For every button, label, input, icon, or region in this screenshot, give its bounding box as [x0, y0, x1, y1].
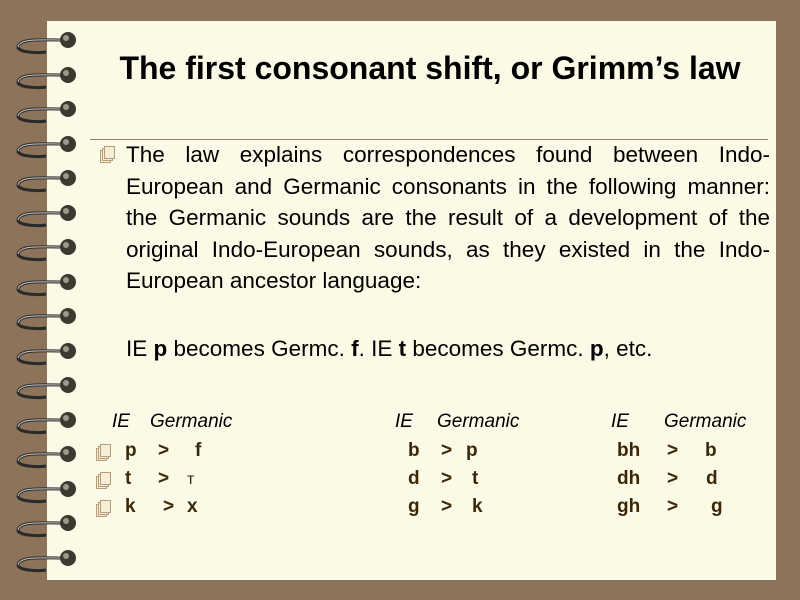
example-symbol: t [398, 336, 407, 361]
spiral-ring [10, 166, 80, 194]
germanic-sound: k [472, 496, 483, 517]
germanic-sound: f [195, 440, 202, 461]
shift-sign: > [158, 440, 170, 461]
slide-title: The first consonant shift, or Grimm’s la… [119, 50, 741, 86]
shift-sign: > [441, 496, 453, 517]
spiral-ring [10, 235, 80, 263]
germanic-sound: т [187, 471, 195, 488]
ie-sound: d [408, 468, 420, 489]
ie-sound: k [125, 496, 136, 517]
ie-sound: p [125, 440, 137, 461]
bullet-icon [96, 500, 111, 517]
spiral-ring [10, 132, 80, 160]
column-header-germanic: Germanic [437, 411, 520, 432]
ie-sound: gh [617, 496, 641, 517]
example-sentence: IE p becomes Germc. f. IE t becomes Germ… [126, 336, 652, 362]
germanic-sound: t [472, 468, 479, 489]
shift-sign: > [667, 440, 679, 461]
bullet-icon [96, 444, 111, 461]
ie-sound: b [408, 440, 420, 461]
ie-sound: bh [617, 440, 641, 461]
spiral-ring [10, 442, 80, 470]
germanic-sound: b [705, 440, 717, 461]
bullet-icon [100, 146, 115, 163]
ie-sound: t [125, 468, 132, 489]
shift-sign: > [158, 468, 170, 489]
spiral-ring [10, 339, 80, 367]
column-header-germanic: Germanic [664, 411, 747, 432]
bullet-icon [96, 472, 111, 489]
column-header-ie: IE [395, 411, 413, 432]
shift-sign: > [441, 440, 453, 461]
spiral-ring [10, 63, 80, 91]
shift-sign: > [441, 468, 453, 489]
spiral-ring [10, 270, 80, 298]
shift-sign: > [667, 496, 679, 517]
spiral-ring [10, 28, 80, 56]
example-text: . IE [358, 336, 399, 361]
spiral-ring [10, 97, 80, 125]
spiral-ring [10, 511, 80, 539]
spiral-ring [10, 373, 80, 401]
spiral-ring [10, 201, 80, 229]
ie-sound: g [408, 496, 420, 517]
spiral-ring [10, 408, 80, 436]
example-symbol: p [589, 336, 604, 361]
example-symbol: p [153, 336, 168, 361]
example-text: becomes Germc. [167, 336, 352, 361]
shift-sign: > [163, 496, 175, 517]
example-text: becomes Germc. [406, 336, 590, 361]
germanic-sound: g [711, 496, 723, 517]
body-paragraph: The law explains correspondences found b… [126, 139, 770, 297]
spiral-ring [10, 304, 80, 332]
example-text: IE [126, 336, 154, 361]
example-text: , etc. [603, 336, 653, 361]
germanic-sound: d [706, 468, 718, 489]
germanic-sound: x [187, 496, 198, 517]
column-header-ie: IE [611, 411, 629, 432]
ie-sound: dh [617, 468, 641, 489]
paragraph-text: The law explains correspondences found b… [126, 142, 770, 293]
spiral-ring [10, 477, 80, 505]
spiral-ring [10, 546, 80, 574]
example-symbol: f [351, 336, 359, 361]
column-header-ie: IE [112, 411, 130, 432]
shift-sign: > [667, 468, 679, 489]
column-header-germanic: Germanic [150, 411, 233, 432]
germanic-sound: p [466, 440, 478, 461]
